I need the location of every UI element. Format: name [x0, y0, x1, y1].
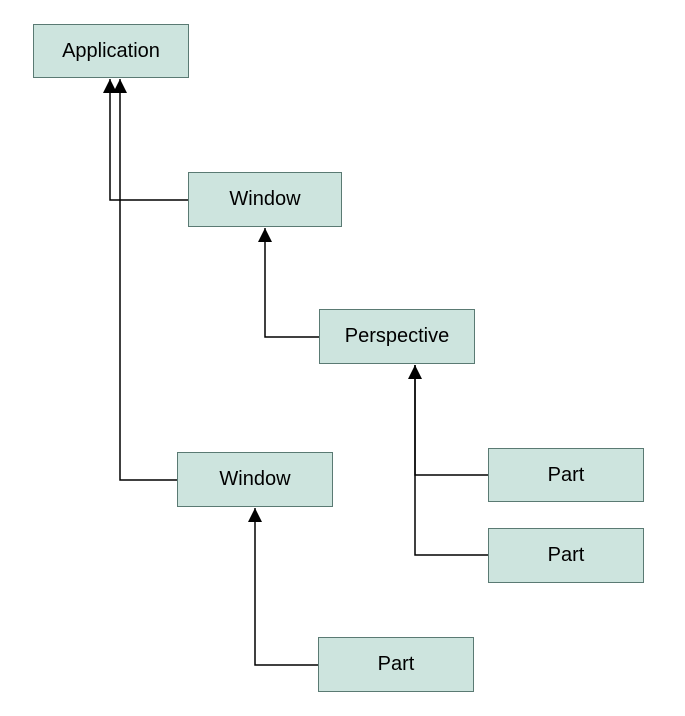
node-window-1: Window — [188, 172, 342, 227]
node-application: Application — [33, 24, 189, 78]
node-application-label: Application — [62, 40, 160, 63]
node-window-1-label: Window — [229, 188, 300, 211]
node-window-2: Window — [177, 452, 333, 507]
node-part-2-label: Part — [548, 544, 585, 567]
node-part-2: Part — [488, 528, 644, 583]
node-part-3: Part — [318, 637, 474, 692]
node-part-1-label: Part — [548, 464, 585, 487]
node-part-3-label: Part — [378, 653, 415, 676]
node-perspective: Perspective — [319, 309, 475, 364]
node-part-1: Part — [488, 448, 644, 502]
node-window-2-label: Window — [219, 468, 290, 491]
node-perspective-label: Perspective — [345, 325, 450, 348]
